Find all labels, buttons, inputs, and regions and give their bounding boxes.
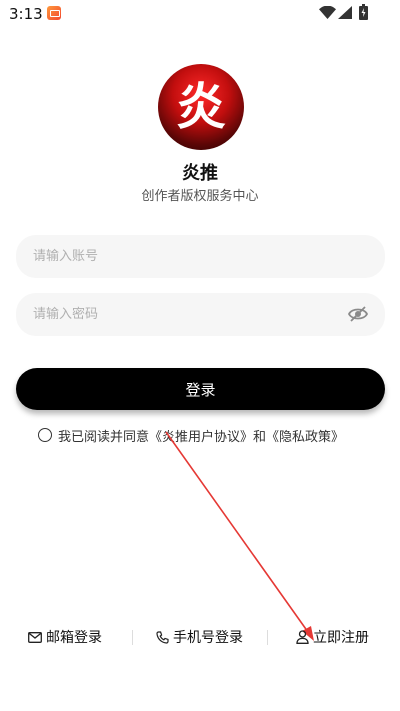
email-login-label: 邮箱登录 [46,630,102,646]
phone-login-option[interactable]: 手机号登录 [156,626,243,650]
annotation-arrow [165,431,314,641]
email-login-option[interactable]: 邮箱登录 [28,626,102,650]
phone-icon [156,630,169,644]
mail-icon [28,631,42,643]
divider [267,630,268,645]
user-icon [296,630,309,644]
phone-login-label: 手机号登录 [173,630,243,646]
bottom-login-options: 邮箱登录 手机号登录 立即注册 [0,626,400,650]
register-label: 立即注册 [313,630,369,646]
register-option[interactable]: 立即注册 [296,626,369,650]
divider [132,630,133,645]
